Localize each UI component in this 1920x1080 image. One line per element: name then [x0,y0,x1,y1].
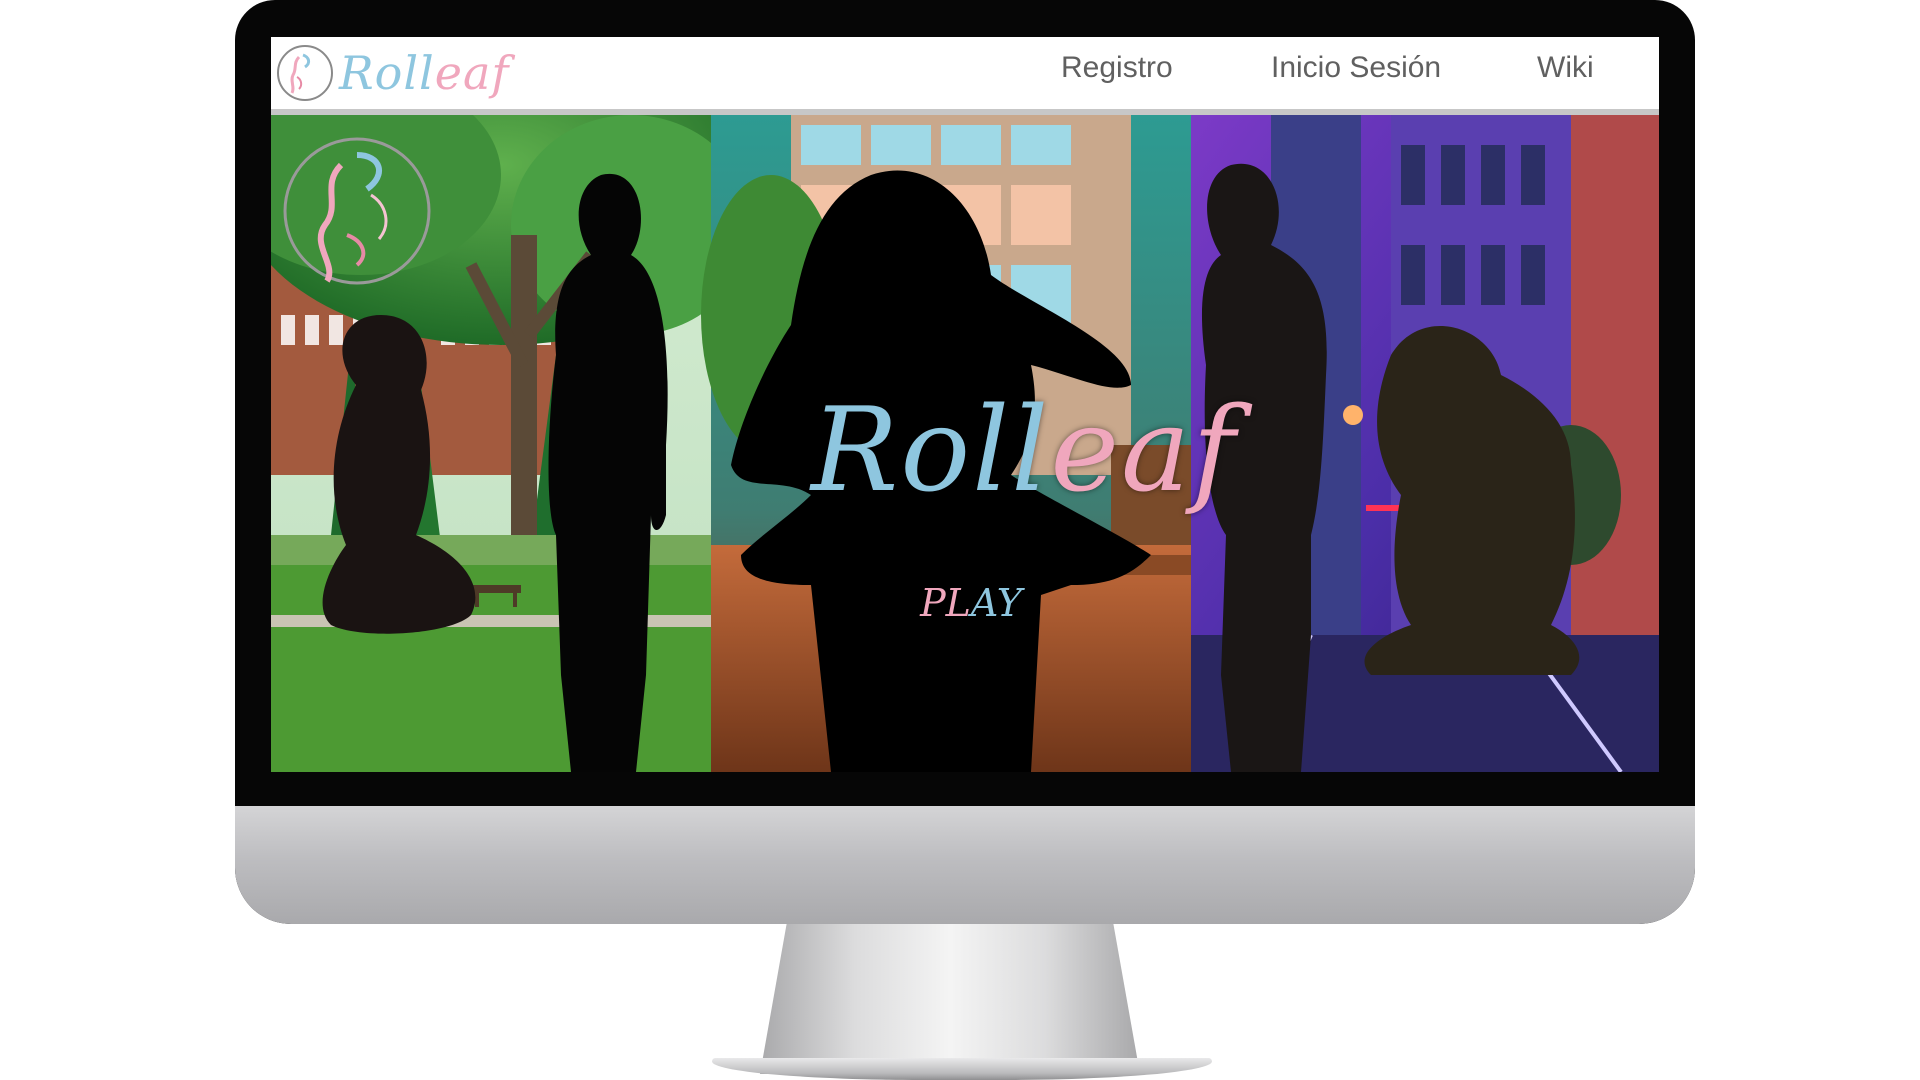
hero-title-blue: Roll [811,383,1051,518]
play-button[interactable]: PLAY [911,581,1031,625]
nav-inicio-sesion[interactable]: Inicio Sesión [1271,51,1441,85]
monitor-chin [235,806,1695,924]
play-label-blue: AY [970,581,1022,625]
monitor-stand-base [712,1058,1212,1080]
hero-banner: Rolleaf PLAY [271,115,1659,772]
nav-registro[interactable]: Registro [1061,51,1173,85]
logo-text-blue: Roll [339,46,435,100]
site-logo[interactable]: Rolleaf [275,40,509,106]
play-label-pink: PL [920,581,971,625]
hero-logo-icon [283,137,431,285]
nav-wiki[interactable]: Wiki [1537,51,1594,85]
site-header: Rolleaf Registro Inicio Sesión Wiki [271,37,1659,115]
rolleaf-logo-icon [277,45,333,101]
monitor-frame: Rolleaf Registro Inicio Sesión Wiki Roll… [235,0,1695,924]
hero-title-pink: eaf [1050,383,1238,518]
logo-text-pink: eaf [434,46,510,100]
hero-title: Rolleaf [811,383,1237,518]
monitor-stand-neck [760,924,1140,1074]
logo-text: Rolleaf [339,46,509,100]
monitor-screen: Rolleaf Registro Inicio Sesión Wiki Roll… [271,37,1659,772]
